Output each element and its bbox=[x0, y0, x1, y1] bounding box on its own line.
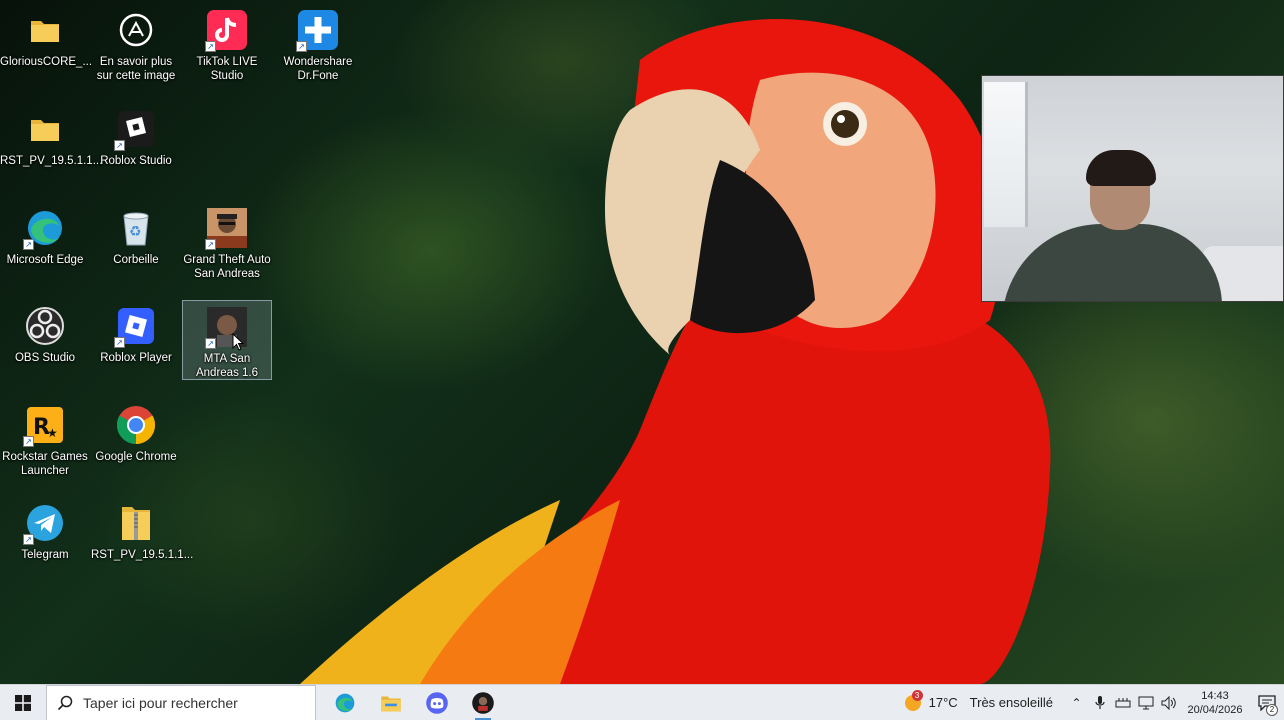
windows-logo-icon bbox=[15, 694, 31, 711]
mouse-cursor-icon bbox=[232, 333, 244, 351]
icon-label: Microsoft Edge bbox=[6, 254, 84, 266]
shortcut-arrow-icon: ↗ bbox=[205, 338, 216, 349]
desktop-icon-drfone[interactable]: ↗ Wondershare Dr.Fone bbox=[273, 4, 363, 83]
shortcut-arrow-icon: ↗ bbox=[114, 337, 125, 348]
taskbar-edge-button[interactable] bbox=[322, 685, 368, 720]
obs-icon bbox=[23, 304, 67, 348]
volume-icon[interactable] bbox=[1157, 685, 1180, 720]
folder-icon bbox=[23, 107, 67, 151]
file-explorer-icon bbox=[381, 696, 401, 711]
desktop-icon-telegram[interactable]: ↗ Telegram bbox=[0, 497, 90, 562]
shortcut-arrow-icon: ↗ bbox=[23, 534, 34, 545]
taskbar-discord-button[interactable] bbox=[414, 685, 460, 720]
desktop-icon-gta-sa[interactable]: ↗ Grand Theft Auto San Andreas bbox=[182, 202, 272, 281]
icon-label: MTA San Andreas 1.6 bbox=[195, 353, 258, 379]
game-app-icon bbox=[472, 691, 494, 714]
shortcut-arrow-icon: ↗ bbox=[23, 436, 34, 447]
taskbar-game-app-button[interactable] bbox=[460, 685, 506, 720]
discord-icon bbox=[426, 691, 448, 714]
search-icon bbox=[57, 695, 73, 710]
webcam-person bbox=[1002, 224, 1222, 301]
icon-label: Wondershare Dr.Fone bbox=[283, 56, 353, 82]
taskbar-file-explorer-button[interactable] bbox=[368, 685, 414, 720]
icon-label: OBS Studio bbox=[14, 352, 76, 364]
icon-label: Google Chrome bbox=[95, 451, 177, 463]
notification-count-badge: 2 bbox=[1266, 703, 1278, 716]
pinned-apps bbox=[322, 685, 506, 720]
rockstar-icon: R ★ ↗ bbox=[23, 403, 67, 447]
folder-icon bbox=[23, 8, 67, 52]
drfone-icon: ↗ bbox=[296, 8, 340, 52]
gta-sa-icon: ↗ bbox=[205, 206, 249, 250]
webcam-overlay bbox=[981, 75, 1284, 302]
desktop-icon-tiktok-live[interactable]: ↗ TikTok LIVE Studio bbox=[182, 4, 272, 83]
shortcut-arrow-icon: ↗ bbox=[296, 41, 307, 52]
icon-label: GloriousCORE_... bbox=[0, 56, 93, 68]
shortcut-arrow-icon: ↗ bbox=[114, 140, 125, 151]
taskbar-clock[interactable]: 14:43 20/04/2026 bbox=[1184, 689, 1246, 717]
webcam-background-window bbox=[984, 82, 1028, 227]
roblox-player-icon: ↗ bbox=[114, 304, 158, 348]
start-button[interactable] bbox=[0, 685, 46, 720]
shortcut-arrow-icon: ↗ bbox=[205, 41, 216, 52]
desktop-icon-mta-sa[interactable]: ↗ MTA San Andreas 1.6 bbox=[182, 300, 272, 380]
weather-widget[interactable]: 3 17°C Très ensoleillé bbox=[897, 689, 1065, 713]
desktop-icon-microsoft-edge[interactable]: ↗ Microsoft Edge bbox=[0, 202, 90, 267]
search-input[interactable] bbox=[83, 694, 303, 711]
icon-label: TikTok LIVE Studio bbox=[196, 56, 258, 82]
desktop-icon-rst-zip[interactable]: RST_PV_19.5.1.1... bbox=[91, 497, 194, 562]
network-device-icon[interactable] bbox=[1111, 685, 1134, 720]
chrome-icon bbox=[114, 403, 158, 447]
desktop-icon-rst-folder[interactable]: RST_PV_19.5.1.1... bbox=[0, 103, 103, 168]
icon-label: Rockstar Games Launcher bbox=[2, 451, 88, 477]
clock-date: 20/04/2026 bbox=[1187, 703, 1243, 716]
system-tray: 3 17°C Très ensoleillé ⌃ 14:43 20/04/202… bbox=[897, 685, 1284, 720]
telegram-icon: ↗ bbox=[23, 501, 67, 545]
desktop-icon-roblox-studio[interactable]: ↗ Roblox Studio bbox=[91, 103, 181, 168]
shortcut-arrow-icon: ↗ bbox=[23, 239, 34, 250]
notification-center-button[interactable]: 2 bbox=[1250, 685, 1284, 720]
roblox-studio-icon: ↗ bbox=[114, 107, 158, 151]
svg-text:★: ★ bbox=[47, 426, 58, 440]
ethernet-network-icon[interactable] bbox=[1134, 685, 1157, 720]
icon-label: RST_PV_19.5.1.1... bbox=[0, 155, 103, 167]
desktop-icon-google-chrome[interactable]: Google Chrome bbox=[91, 399, 181, 464]
svg-text:♻: ♻ bbox=[129, 224, 142, 240]
edge-icon: ↗ bbox=[23, 206, 67, 250]
taskbar-search[interactable] bbox=[46, 684, 316, 720]
weather-badge: 3 bbox=[911, 689, 923, 701]
desktop-icon-rockstar-launcher[interactable]: R ★ ↗ Rockstar Games Launcher bbox=[0, 399, 90, 478]
clock-time: 14:43 bbox=[1201, 689, 1229, 702]
taskbar: 3 17°C Très ensoleillé ⌃ 14:43 20/04/202… bbox=[0, 684, 1284, 720]
tiktok-live-icon: ↗ bbox=[205, 8, 249, 52]
microphone-icon[interactable] bbox=[1088, 685, 1111, 720]
show-hidden-icons-chevron-icon[interactable]: ⌃ bbox=[1065, 685, 1088, 720]
zip-folder-icon bbox=[114, 501, 158, 545]
webcam-person-hair bbox=[1086, 150, 1156, 186]
icon-label: En savoir plus sur cette image bbox=[96, 56, 176, 82]
icon-label: RST_PV_19.5.1.1... bbox=[91, 549, 194, 561]
weather-condition: Très ensoleillé bbox=[969, 695, 1053, 710]
shortcut-arrow-icon: ↗ bbox=[205, 239, 216, 250]
desktop-icon-learn-about-image[interactable]: En savoir plus sur cette image bbox=[91, 4, 181, 83]
recycle-bin-icon: ♻ bbox=[114, 206, 158, 250]
info-camera-icon bbox=[114, 8, 158, 52]
icon-label: Grand Theft Auto San Andreas bbox=[183, 254, 271, 280]
icon-label: Roblox Player bbox=[100, 352, 172, 364]
icon-label: Corbeille bbox=[113, 254, 159, 266]
icon-label: Roblox Studio bbox=[100, 155, 172, 167]
desktop-icon-obs-studio[interactable]: OBS Studio bbox=[0, 300, 90, 365]
desktop-icon-recycle-bin[interactable]: ♻ Corbeille bbox=[91, 202, 181, 267]
desktop-icon-gloriouscore[interactable]: GloriousCORE_... bbox=[0, 4, 93, 69]
icon-label: Telegram bbox=[21, 549, 69, 561]
weather-temperature: 17°C bbox=[928, 695, 958, 710]
desktop-icon-roblox-player[interactable]: ↗ Roblox Player bbox=[91, 300, 181, 365]
edge-icon bbox=[335, 693, 355, 712]
